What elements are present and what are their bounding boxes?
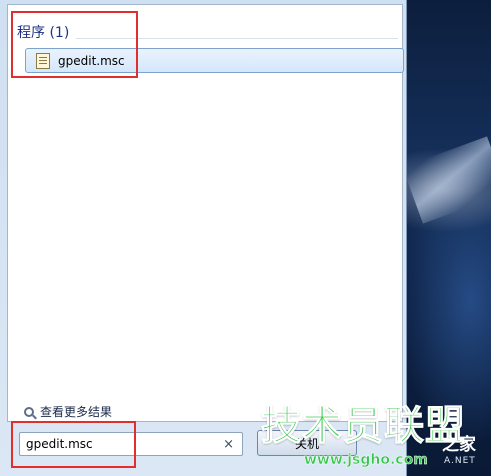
search-icon bbox=[24, 406, 34, 417]
watermark-brand: 技术员联盟 bbox=[261, 403, 466, 449]
watermark-suffix: 之家 bbox=[442, 435, 476, 455]
highlight-box-result bbox=[11, 11, 138, 78]
watermark-url: www.jsgho.com bbox=[304, 452, 428, 469]
see-more-label: 查看更多结果 bbox=[40, 405, 113, 419]
wallpaper-light-streak bbox=[402, 136, 491, 224]
highlight-box-search bbox=[11, 421, 136, 468]
clear-search-icon[interactable]: × bbox=[223, 437, 234, 452]
watermark-domain-tail: A.NET bbox=[444, 456, 476, 466]
see-more-results-link[interactable]: 查看更多结果 bbox=[24, 403, 112, 420]
